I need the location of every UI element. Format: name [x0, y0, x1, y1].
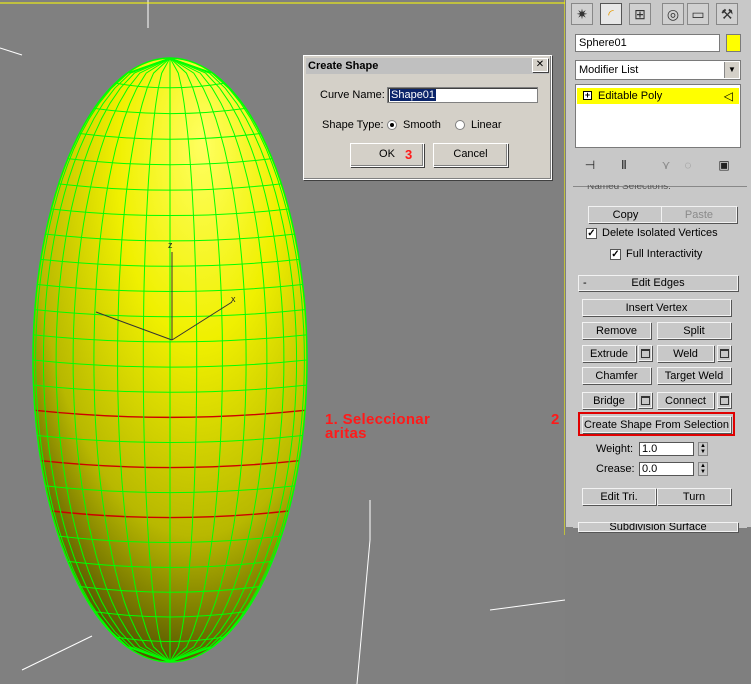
- delete-isolated-checkbox[interactable]: ✓: [586, 228, 597, 239]
- cancel-button[interactable]: Cancel: [433, 143, 508, 167]
- weight-spinner-arrows-icon[interactable]: ▲ ▼: [698, 442, 708, 456]
- smooth-radio[interactable]: [387, 120, 397, 130]
- modifier-list-label: Modifier List: [579, 64, 639, 76]
- full-interactivity-label: Full Interactivity: [626, 248, 703, 260]
- curve-name-value: Shape01: [390, 89, 437, 101]
- configure-sets-icon[interactable]: ▣: [715, 156, 733, 174]
- weight-spinner[interactable]: 1.0: [639, 442, 694, 456]
- rollout-area: Named Selections: Copy Paste ✓ Delete Is…: [573, 185, 747, 532]
- annotation-step2: 2: [551, 411, 560, 428]
- make-unique-icon[interactable]: ⋎: [657, 156, 675, 174]
- weld-button[interactable]: Weld: [657, 345, 714, 362]
- create-shape-highlight: [578, 412, 735, 436]
- curve-name-label: Curve Name:: [320, 89, 385, 101]
- subdivision-surface-rollout-header[interactable]: Subdivision Surface: [578, 522, 738, 532]
- bridge-settings-icon[interactable]: [638, 392, 652, 408]
- remove-button[interactable]: Remove: [582, 322, 651, 339]
- object-name-field[interactable]: Sphere01: [575, 34, 720, 52]
- pin-stack-icon[interactable]: ⊣: [581, 156, 599, 174]
- copy-button[interactable]: Copy: [588, 206, 663, 223]
- extrude-settings-icon[interactable]: [638, 345, 652, 361]
- utilities-icon[interactable]: ⚒: [716, 3, 738, 25]
- chevron-down-icon[interactable]: ▼: [724, 62, 739, 78]
- connect-settings-icon[interactable]: [717, 392, 731, 408]
- weight-label: Weight:: [596, 443, 634, 455]
- chamfer-button[interactable]: Chamfer: [582, 367, 651, 384]
- crease-spinner[interactable]: 0.0: [639, 462, 694, 476]
- insert-vertex-button[interactable]: Insert Vertex: [582, 299, 731, 316]
- annotation-step1-line2: aritas: [325, 425, 367, 442]
- axis-z-label: z: [168, 240, 173, 250]
- hierarchy-icon[interactable]: ⊞: [629, 3, 651, 25]
- smooth-label[interactable]: Smooth: [403, 119, 441, 131]
- create-shape-dialog: Create Shape ✕ Curve Name: Shape01 Shape…: [303, 55, 552, 180]
- target-weld-button[interactable]: Target Weld: [657, 367, 731, 384]
- crease-spinner-arrows-icon[interactable]: ▲ ▼: [698, 462, 708, 476]
- turn-button[interactable]: Turn: [657, 488, 731, 505]
- modifier-stack: + Editable Poly ◁: [575, 84, 741, 148]
- create-icon[interactable]: ✷: [571, 3, 593, 25]
- linear-label[interactable]: Linear: [471, 119, 502, 131]
- motion-icon[interactable]: ◎: [662, 3, 684, 25]
- edit-tri-button[interactable]: Edit Tri.: [582, 488, 656, 505]
- bridge-button[interactable]: Bridge: [582, 392, 636, 409]
- remove-modifier-icon[interactable]: ◌: [679, 156, 697, 174]
- axis-x-label: x: [231, 294, 236, 304]
- delete-isolated-label: Delete Isolated Vertices: [602, 227, 718, 239]
- curve-name-input[interactable]: Shape01: [387, 87, 538, 103]
- close-icon[interactable]: ✕: [532, 58, 548, 72]
- edit-edges-rollout-header[interactable]: - Edit Edges: [578, 275, 738, 291]
- paste-button[interactable]: Paste: [661, 206, 737, 223]
- modifier-list-dropdown[interactable]: Modifier List ▼: [575, 60, 741, 80]
- connect-button[interactable]: Connect: [657, 392, 714, 409]
- linear-radio[interactable]: [455, 120, 465, 130]
- object-color-swatch[interactable]: [726, 34, 741, 52]
- annotation-step3: 3: [405, 147, 413, 162]
- extrude-button[interactable]: Extrude: [582, 345, 636, 362]
- display-icon[interactable]: ▭: [687, 3, 709, 25]
- named-selections-title: Named Selections:: [587, 185, 671, 191]
- show-end-result-icon[interactable]: Ⅱ: [615, 156, 633, 174]
- dialog-title: Create Shape: [306, 58, 549, 74]
- command-panel: ✷ ◜ ⊞ ◎ ▭ ⚒ Sphere01 Modifier List ▼ + E…: [566, 0, 751, 532]
- weld-settings-icon[interactable]: [717, 345, 731, 361]
- expand-icon[interactable]: +: [583, 91, 592, 100]
- edit-edges-title: Edit Edges: [631, 277, 685, 289]
- collapse-icon: -: [583, 277, 587, 289]
- shape-type-label: Shape Type:: [322, 119, 384, 131]
- modify-icon[interactable]: ◜: [600, 3, 622, 25]
- stack-item-editable-poly[interactable]: + Editable Poly ◁: [577, 88, 739, 104]
- stack-item-label: Editable Poly: [598, 90, 663, 102]
- crease-label: Crease:: [596, 463, 635, 475]
- full-interactivity-checkbox[interactable]: ✓: [610, 249, 621, 260]
- ok-button[interactable]: OK: [350, 143, 424, 167]
- command-panel-tabs: ✷ ◜ ⊞ ◎ ▭ ⚒: [566, 0, 751, 30]
- light-bulb-icon[interactable]: ◁: [724, 88, 733, 104]
- split-button[interactable]: Split: [657, 322, 731, 339]
- stack-toolbar: ⊣ Ⅱ ⋎ ◌ ▣: [575, 154, 741, 176]
